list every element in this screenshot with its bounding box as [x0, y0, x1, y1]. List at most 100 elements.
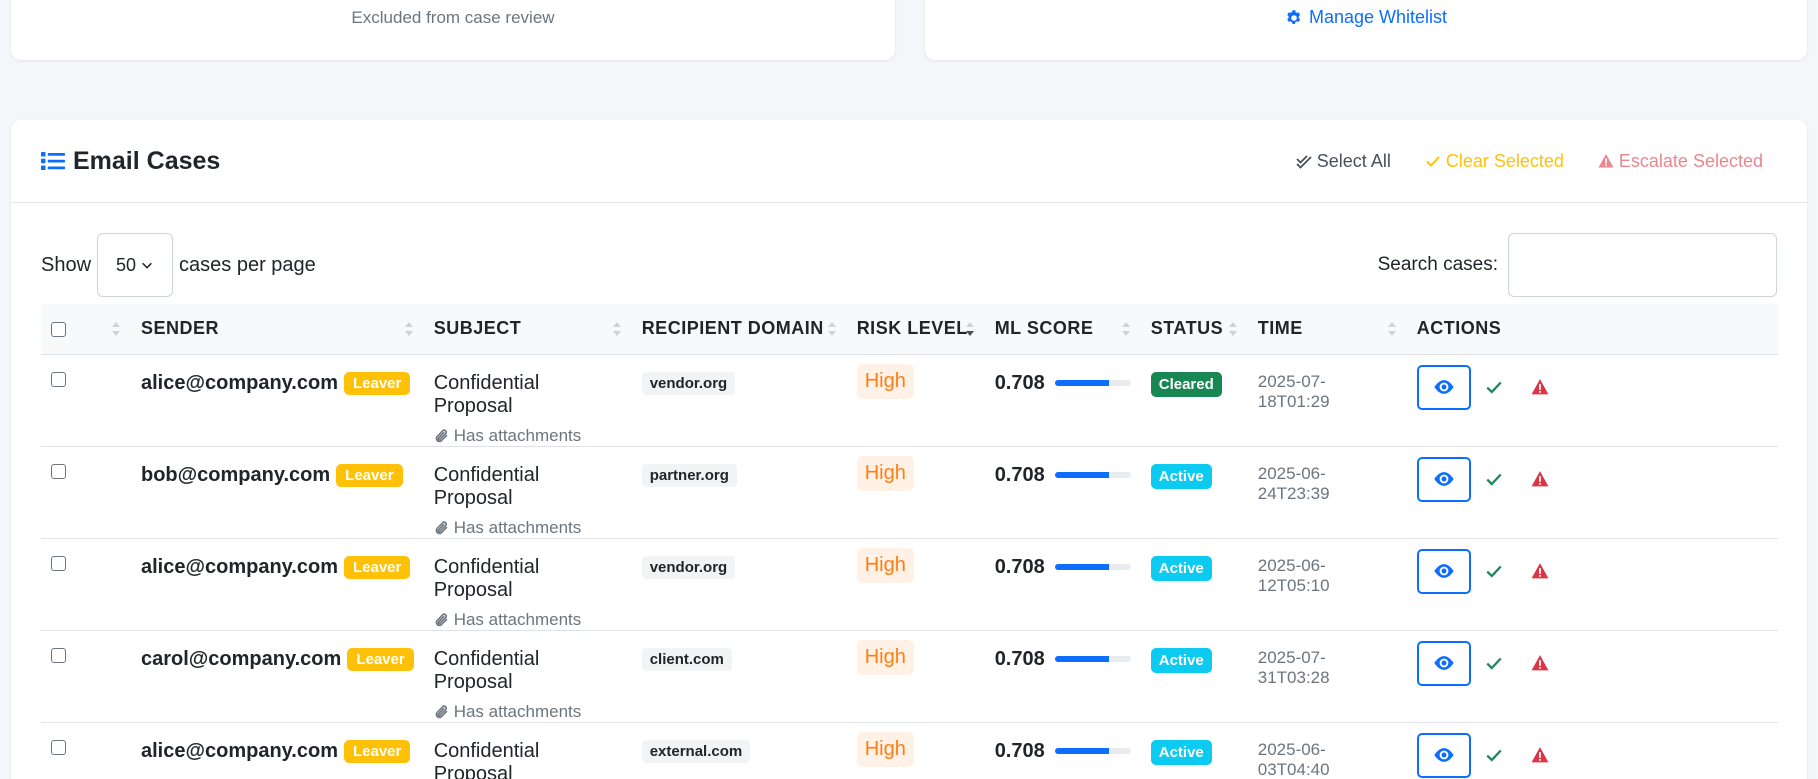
- card-title: Email Cases: [41, 147, 220, 176]
- sender-email: alice@company.com: [141, 739, 338, 762]
- show-label: Show: [41, 253, 92, 276]
- status-cell: Active: [1140, 538, 1248, 631]
- column-time[interactable]: TIME: [1247, 304, 1407, 355]
- risk-cell: High: [846, 446, 985, 539]
- ml-score: 0.708: [995, 355, 1131, 395]
- view-button[interactable]: [1416, 548, 1471, 594]
- email-cases-card: Email Cases Select All Clear Selected Es…: [11, 120, 1807, 779]
- check-icon: [1486, 565, 1502, 578]
- timestamp: 2025-07-18T01:29: [1257, 371, 1330, 411]
- ml-score-bar-fill: [1054, 380, 1109, 386]
- manage-whitelist-link[interactable]: Manage Whitelist: [1285, 7, 1447, 28]
- attachments-label: Has attachments: [453, 425, 582, 445]
- column-ml-score[interactable]: ML SCORE: [984, 304, 1141, 355]
- sender-email: alice@company.com: [141, 371, 338, 394]
- escalate-case-button[interactable]: [1517, 733, 1563, 778]
- recipient-domain: external.com: [641, 739, 751, 763]
- table-controls: Show 50 cases per page Search cases:: [41, 233, 1777, 297]
- attachments-label: Has attachments: [453, 609, 582, 629]
- sender-cell: bob@company.com Leaver: [131, 446, 424, 539]
- score-cell: 0.708: [984, 722, 1141, 779]
- warning-icon: [1531, 563, 1549, 579]
- escalate-case-button[interactable]: [1517, 549, 1563, 594]
- escalate-case-button[interactable]: [1517, 457, 1563, 502]
- risk-badge: High: [856, 639, 914, 675]
- column-subject[interactable]: SUBJECT: [423, 304, 632, 355]
- row-select-cell: [41, 722, 131, 779]
- risk-cell: High: [846, 538, 985, 631]
- risk-cell: High: [846, 354, 985, 447]
- gear-icon: [1287, 9, 1301, 24]
- paperclip-icon: [435, 704, 447, 718]
- column-recipient-domain[interactable]: RECIPIENT DOMAIN: [631, 304, 847, 355]
- escalate-case-button[interactable]: [1517, 641, 1563, 686]
- sender-cell: alice@company.com Leaver: [131, 722, 424, 779]
- escalate-case-button[interactable]: [1517, 365, 1563, 410]
- subject-cell: Confidential Proposal Has attachments: [423, 630, 632, 723]
- attachments-indicator: Has attachments: [434, 610, 622, 630]
- clear-case-button[interactable]: [1471, 365, 1517, 410]
- row-actions: [1416, 723, 1768, 778]
- row-checkbox[interactable]: [51, 371, 66, 387]
- row-checkbox[interactable]: [51, 555, 66, 571]
- paperclip-icon: [435, 520, 447, 534]
- sort-icon: [1121, 321, 1130, 336]
- warning-icon: [1531, 471, 1549, 487]
- column-actions: ACTIONS: [1406, 304, 1778, 355]
- ml-score-bar: [1054, 380, 1131, 386]
- risk-badge: High: [856, 363, 914, 399]
- per-page-label: cases per page: [179, 253, 316, 276]
- timestamp: 2025-06-12T05:10: [1257, 555, 1330, 595]
- subject-cell: Confidential Proposal Has attachments: [423, 354, 632, 447]
- eye-icon: [1434, 380, 1454, 394]
- domain-cell: vendor.org: [631, 538, 847, 631]
- check-icon: [1486, 657, 1502, 670]
- sort-icon: [404, 321, 413, 336]
- risk-cell: High: [846, 722, 985, 779]
- sender-email: alice@company.com: [141, 555, 338, 578]
- sender: alice@company.com Leaver: [141, 723, 414, 763]
- view-button[interactable]: [1416, 732, 1471, 778]
- column-status[interactable]: STATUS: [1140, 304, 1248, 355]
- eye-icon: [1434, 472, 1454, 486]
- page-size-select[interactable]: 50: [97, 233, 174, 297]
- recipient-domain: partner.org: [641, 463, 737, 487]
- clear-case-button[interactable]: [1471, 641, 1517, 686]
- search-input[interactable]: [1508, 233, 1777, 297]
- warning-icon: [1531, 379, 1549, 395]
- clear-selected-label: Clear Selected: [1445, 150, 1564, 171]
- column-risk-level[interactable]: RISK LEVEL: [846, 304, 985, 355]
- search-label: Search cases:: [1377, 254, 1498, 275]
- ml-score-value: 0.708: [994, 647, 1045, 670]
- row-checkbox[interactable]: [51, 463, 66, 479]
- column-status-label: STATUS: [1150, 318, 1224, 339]
- select-all-checkbox[interactable]: [51, 322, 66, 337]
- row-select-cell: [41, 446, 131, 539]
- check-icon: [1486, 381, 1502, 394]
- view-button[interactable]: [1416, 364, 1471, 410]
- select-column-header[interactable]: [41, 304, 131, 355]
- view-button[interactable]: [1416, 456, 1471, 502]
- column-sender[interactable]: SENDER: [131, 304, 424, 355]
- clear-selected-button[interactable]: Clear Selected: [1425, 151, 1564, 172]
- view-button[interactable]: [1416, 640, 1471, 686]
- ml-score-value: 0.708: [994, 371, 1045, 394]
- clear-case-button[interactable]: [1471, 733, 1517, 778]
- sender: carol@company.com Leaver: [141, 631, 414, 671]
- ml-score-value: 0.708: [994, 739, 1045, 762]
- clear-case-button[interactable]: [1471, 549, 1517, 594]
- clear-case-button[interactable]: [1471, 457, 1517, 502]
- row-actions: [1416, 355, 1768, 410]
- row-actions: [1416, 539, 1768, 594]
- score-cell: 0.708: [984, 630, 1141, 723]
- ml-score-bar-fill: [1054, 748, 1109, 754]
- row-checkbox[interactable]: [51, 739, 66, 755]
- domain-cell: external.com: [631, 722, 847, 779]
- escalate-selected-button[interactable]: Escalate Selected: [1598, 151, 1763, 172]
- actions-cell: [1406, 538, 1778, 631]
- select-all-button[interactable]: Select All: [1296, 151, 1391, 172]
- status-badge: Active: [1150, 555, 1212, 581]
- row-checkbox[interactable]: [51, 647, 66, 663]
- sort-icon: [612, 321, 621, 336]
- row-select-cell: [41, 630, 131, 723]
